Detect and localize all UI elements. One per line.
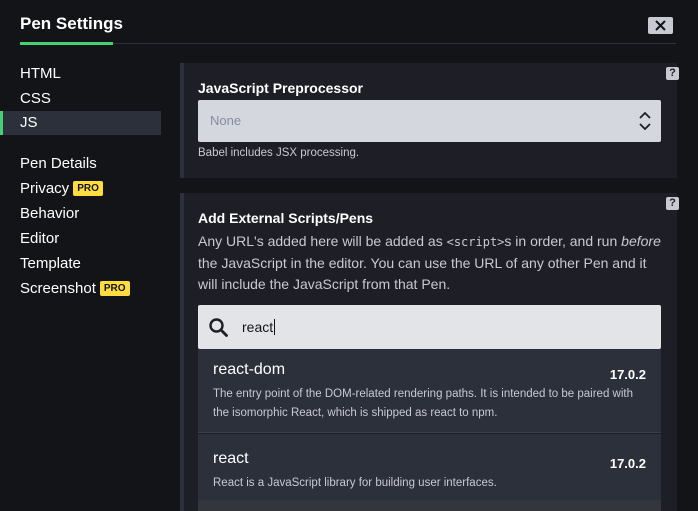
preprocessor-title: JavaScript Preprocessor xyxy=(198,80,363,96)
page-title: Pen Settings xyxy=(20,14,123,33)
sidebar-item-label: Pen Details xyxy=(20,155,97,172)
script-search-field[interactable]: react xyxy=(198,305,661,349)
sidebar-item-behavior[interactable]: Behavior xyxy=(0,202,161,226)
select-arrows-icon xyxy=(639,111,651,131)
search-icon xyxy=(209,318,228,337)
modal-header: Pen Settings xyxy=(0,0,698,50)
sidebar-item-screenshot[interactable]: Screenshot PRO xyxy=(0,277,161,301)
sidebar-item-label: CSS xyxy=(20,90,51,107)
pro-badge: PRO xyxy=(99,281,130,296)
external-scripts-panel: ? Add External Scripts/Pens Any URL's ad… xyxy=(180,193,679,511)
search-result-react-dom[interactable]: react-dom 17.0.2 The entry point of the … xyxy=(198,349,661,433)
description-emphasis: before xyxy=(621,233,661,249)
pro-badge: PRO xyxy=(73,181,103,196)
search-result-react[interactable]: react 17.0.2 React is a JavaScript libra… xyxy=(198,434,661,500)
search-input[interactable]: react xyxy=(242,319,276,335)
sidebar-item-editor[interactable]: Editor xyxy=(0,227,161,251)
result-description: React is a JavaScript library for buildi… xyxy=(213,477,497,489)
sidebar-item-privacy[interactable]: Privacy PRO xyxy=(0,177,161,201)
sidebar-item-html[interactable]: HTML xyxy=(0,62,161,86)
description-text: s in order, and run xyxy=(504,233,622,249)
sidebar-item-label: HTML xyxy=(20,65,61,82)
sidebar-item-js[interactable]: JS xyxy=(0,111,161,135)
close-icon xyxy=(655,20,666,31)
external-scripts-title: Add External Scripts/Pens xyxy=(198,210,374,226)
sidebar-item-label: Privacy xyxy=(20,180,70,197)
preprocessor-select[interactable]: None xyxy=(198,100,661,142)
result-version: 17.0.2 xyxy=(609,456,646,471)
header-divider xyxy=(113,43,676,44)
search-input-value: react xyxy=(242,319,274,335)
text-caret xyxy=(274,319,276,335)
external-scripts-description: Any URL's added here will be added as <s… xyxy=(198,231,668,295)
sidebar-item-label: Screenshot xyxy=(20,280,96,297)
help-icon[interactable]: ? xyxy=(666,67,679,80)
description-text: the JavaScript in the editor. You can us… xyxy=(198,255,647,292)
sidebar-item-label: Editor xyxy=(20,230,60,247)
result-name: react-dom xyxy=(213,361,286,378)
title-underline xyxy=(20,42,113,45)
sidebar-item-pen-details[interactable]: Pen Details xyxy=(0,152,161,176)
sidebar-item-label: Template xyxy=(20,255,81,272)
result-name: react xyxy=(213,450,249,467)
close-button[interactable] xyxy=(648,17,673,34)
search-result-partial[interactable] xyxy=(198,500,661,511)
result-description: The entry point of the DOM-related rende… xyxy=(213,388,633,419)
js-preprocessor-panel: ? JavaScript Preprocessor None Babel inc… xyxy=(180,63,679,178)
preprocessor-selected-value: None xyxy=(210,113,242,128)
sidebar-item-template[interactable]: Template xyxy=(0,252,161,276)
description-text: Any URL's added here will be added as xyxy=(198,233,447,249)
sidebar-item-label: Behavior xyxy=(20,205,80,222)
preprocessor-hint: Babel includes JSX processing. xyxy=(198,147,360,159)
sidebar-item-label: JS xyxy=(20,114,38,131)
description-code: <script> xyxy=(446,235,505,249)
sidebar-item-css[interactable]: CSS xyxy=(0,87,161,111)
result-version: 17.0.2 xyxy=(609,367,646,382)
help-icon[interactable]: ? xyxy=(666,197,679,210)
